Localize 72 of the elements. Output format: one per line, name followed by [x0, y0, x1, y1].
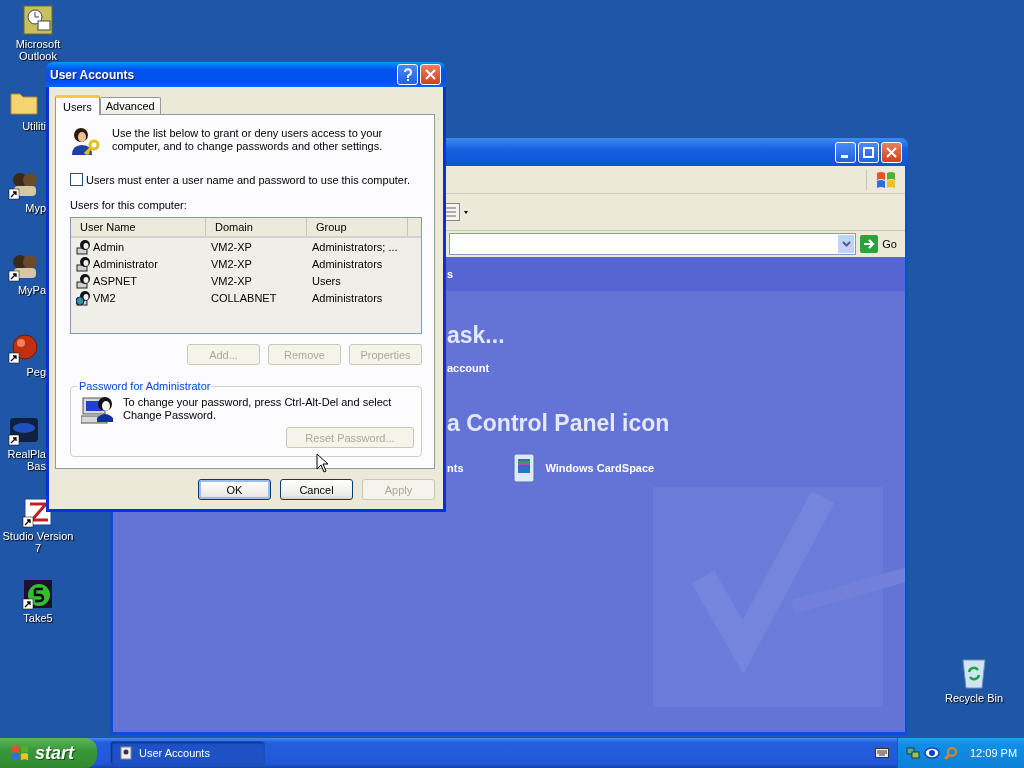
- minimize-button[interactable]: [835, 141, 856, 163]
- computer-user-icon: [81, 394, 115, 426]
- studio-shortcut-icon[interactable]: [22, 496, 54, 528]
- clock: 12:09 PM: [970, 747, 1018, 759]
- column-header[interactable]: Group: [307, 218, 408, 236]
- close-button[interactable]: [881, 141, 902, 163]
- taskbar-button[interactable]: User Accounts: [110, 741, 265, 765]
- table-cell[interactable]: VM2: [93, 291, 116, 304]
- checkbox-label[interactable]: Users must enter a user name and password to use this computer.: [86, 173, 411, 186]
- table-cell[interactable]: Administrator: [93, 257, 158, 270]
- keyboard-icon[interactable]: [875, 748, 889, 758]
- user-icon: [76, 272, 92, 289]
- close-icon: [425, 69, 436, 80]
- desktop-icon-label: Utiliti: [22, 120, 46, 132]
- password-text: To change your password, press Ctrl-Alt-Del and select Change Password.: [123, 396, 393, 423]
- go-button[interactable]: Go: [860, 235, 905, 253]
- column-header[interactable]: Domain: [206, 218, 307, 236]
- column-header[interactable]: User Name: [71, 218, 206, 236]
- dialog-button[interactable]: Cancel: [280, 479, 353, 500]
- desktop-icon-label: Myp: [25, 202, 46, 214]
- ball-shortcut-icon[interactable]: [8, 332, 40, 364]
- table-cell-text: Users: [311, 274, 342, 287]
- desktop-icon-label: Studio Version 7: [1, 530, 75, 554]
- start-button[interactable]: start: [0, 738, 97, 768]
- globe-user-icon: [76, 289, 92, 306]
- table-cell-text: Administrators: [311, 257, 384, 270]
- task-link[interactable]: account: [447, 362, 490, 374]
- desktop-icon-label: Take5: [23, 612, 53, 624]
- intro-text: Use the list below to grant or deny users access to your computer, and to change passwords and other settings.: [112, 127, 384, 153]
- help-button[interactable]: [397, 64, 418, 85]
- desktop-icon-label: Peg: [26, 366, 46, 378]
- five-shortcut-icon[interactable]: [22, 578, 54, 610]
- close-button[interactable]: [420, 64, 441, 85]
- clock-envelope-icon[interactable]: [22, 4, 54, 36]
- table-cell[interactable]: ASPNET: [93, 274, 137, 287]
- card-icon[interactable]: [511, 453, 536, 483]
- table-cell-text: Administrators; ...: [311, 240, 399, 253]
- network-icon[interactable]: [906, 746, 920, 760]
- maximize-icon: [863, 146, 874, 158]
- task-heading: ask...: [447, 322, 505, 349]
- table-cell-text: Administrators: [311, 291, 384, 304]
- table-cell-text: VM2-XP: [210, 240, 253, 253]
- icon-heading: a Control Panel icon: [447, 410, 670, 437]
- address-field[interactable]: [449, 233, 857, 255]
- maximize-button[interactable]: [858, 141, 879, 163]
- desktop-icon-label: Recycle Bin: [944, 692, 1004, 704]
- windows-flag-icon: [866, 169, 897, 190]
- section-header: s: [447, 268, 454, 280]
- desktop-icon-label: Microsoft Outlook: [14, 38, 62, 62]
- tab[interactable]: Users: [55, 95, 100, 115]
- dialog-button[interactable]: OK: [198, 479, 271, 500]
- user-icon: [76, 238, 92, 255]
- table-cell-text: VM2-XP: [210, 257, 253, 270]
- table-cell-text: COLLABNET: [210, 291, 278, 304]
- close-icon: [886, 146, 897, 158]
- desktop-icon-label: RealPla Bas: [6, 448, 46, 472]
- control-panel-item[interactable]: nts: [447, 462, 464, 474]
- control-panel-item[interactable]: Windows CardSpace: [545, 462, 655, 474]
- list-label: Users for this computer:: [70, 199, 188, 211]
- table-cell-text: VM2-XP: [210, 274, 253, 287]
- table-cell[interactable]: Admin: [93, 240, 125, 253]
- tab[interactable]: Advanced: [99, 97, 161, 114]
- user-accounts-icon: [119, 746, 133, 760]
- eye-icon[interactable]: [924, 746, 940, 760]
- user-icon: [76, 255, 92, 272]
- windows-flag-icon: [10, 744, 30, 762]
- checkbox[interactable]: [70, 173, 83, 186]
- desktop-icon-label: MyPa: [17, 284, 46, 296]
- help-icon: [402, 67, 413, 82]
- group-title: Password for Administrator: [78, 380, 212, 392]
- window-title: User Accounts: [50, 67, 135, 82]
- minimize-icon: [840, 154, 848, 158]
